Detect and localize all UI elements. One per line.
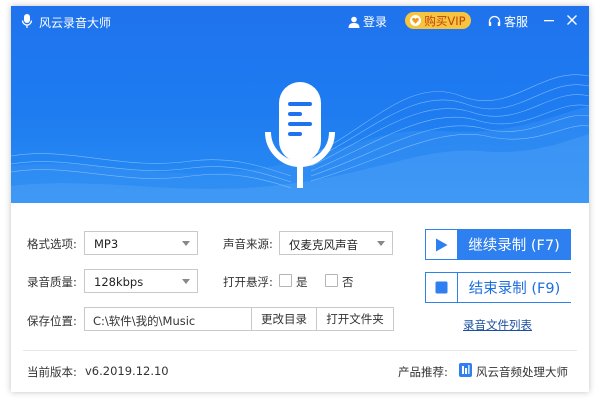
source-value: 仅麦克风声音 <box>289 238 358 252</box>
format-label: 格式选项: <box>27 237 77 251</box>
chevron-down-icon <box>377 241 385 246</box>
user-icon <box>348 16 360 28</box>
format-value: MP3 <box>94 237 119 251</box>
source-select[interactable]: 仅麦克风声音 <box>279 231 393 255</box>
change-directory-button[interactable]: 更改目录 <box>251 307 317 331</box>
float-label: 打开悬浮: <box>223 275 273 289</box>
close-button[interactable] <box>562 10 582 30</box>
footer-divider <box>23 350 577 351</box>
recommend-label: 产品推荐: <box>398 365 448 379</box>
chevron-down-icon <box>182 279 190 284</box>
continue-recording-label: 继续录制 (F7) <box>468 238 560 254</box>
headset-icon <box>488 15 501 26</box>
version-label: 当前版本: <box>27 365 77 379</box>
float-yes-checkbox[interactable] <box>279 274 292 287</box>
change-directory-label: 更改目录 <box>261 312 307 326</box>
customer-service-button[interactable]: 客服 <box>488 13 528 30</box>
format-select[interactable]: MP3 <box>84 231 198 255</box>
large-microphone-icon <box>265 82 335 188</box>
heart-icon <box>410 15 422 26</box>
float-no-label: 否 <box>342 275 354 289</box>
chevron-down-icon <box>182 241 190 246</box>
quality-label: 录音质量: <box>27 275 77 289</box>
source-label: 声音来源: <box>223 237 273 251</box>
audio-processor-icon <box>459 363 472 377</box>
stop-recording-label: 结束录制 (F9) <box>468 281 561 297</box>
title-bar: 风云录音大师 登录 购买VIP 客服 <box>11 6 589 36</box>
open-folder-label: 打开文件夹 <box>326 312 384 326</box>
save-path-value: C:\软件\我的\Music <box>93 314 196 328</box>
buy-vip-button[interactable]: 购买VIP <box>405 12 471 29</box>
microphone-icon <box>21 14 33 28</box>
service-label: 客服 <box>504 15 529 29</box>
continue-recording-button[interactable]: 继续录制 (F7) <box>425 229 571 260</box>
minimize-button[interactable] <box>539 10 559 30</box>
login-button[interactable]: 登录 <box>348 13 387 30</box>
quality-value: 128kbps <box>94 275 144 289</box>
play-icon <box>426 230 457 259</box>
save-location-label: 保存位置: <box>27 314 77 328</box>
float-no-checkbox[interactable] <box>325 274 338 287</box>
close-icon <box>567 15 577 25</box>
quality-select[interactable]: 128kbps <box>84 269 198 293</box>
app-title: 风云录音大师 <box>39 16 112 30</box>
app-window: 风云录音大师 登录 购买VIP 客服 格式选项: MP3 声音来源: 仅麦克风声… <box>11 6 589 392</box>
float-yes-label: 是 <box>296 275 308 289</box>
vip-label: 购买VIP <box>424 13 466 28</box>
open-folder-button[interactable]: 打开文件夹 <box>316 307 394 331</box>
version-value: v6.2019.12.10 <box>85 364 169 378</box>
login-label: 登录 <box>363 15 388 29</box>
recording-file-list-link[interactable]: 录音文件列表 <box>463 317 532 333</box>
minimize-icon <box>544 20 554 22</box>
recommend-product-link[interactable]: 风云音频处理大师 <box>476 364 568 380</box>
stop-recording-button[interactable]: 结束录制 (F9) <box>425 272 571 303</box>
stop-icon <box>426 273 457 302</box>
hero-banner: 风云录音大师 登录 购买VIP 客服 <box>11 6 589 203</box>
